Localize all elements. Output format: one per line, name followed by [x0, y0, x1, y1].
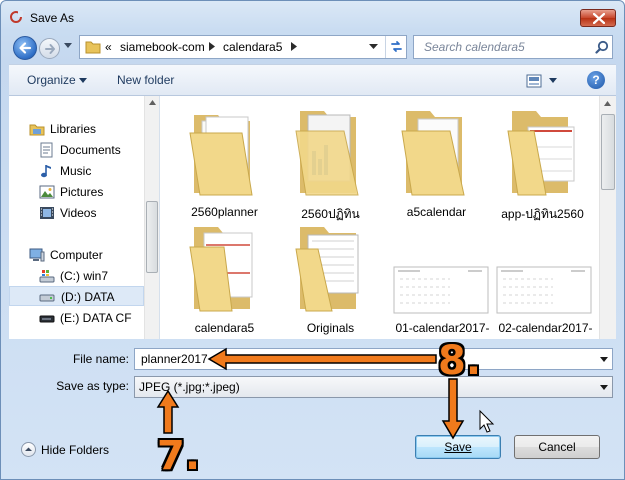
- arrow-to-save: [441, 378, 465, 440]
- arrow-to-file-name: [207, 347, 437, 371]
- step-7-annotation: 7.: [157, 433, 201, 479]
- step-8-annotation: 8.: [438, 338, 482, 384]
- annotation-arrows: [156, 347, 495, 440]
- mouse-cursor-icon: [479, 409, 495, 433]
- save-as-dialog: Save As « siamebook-com calendara5 Searc…: [0, 0, 625, 480]
- arrow-to-save-type: [156, 389, 180, 434]
